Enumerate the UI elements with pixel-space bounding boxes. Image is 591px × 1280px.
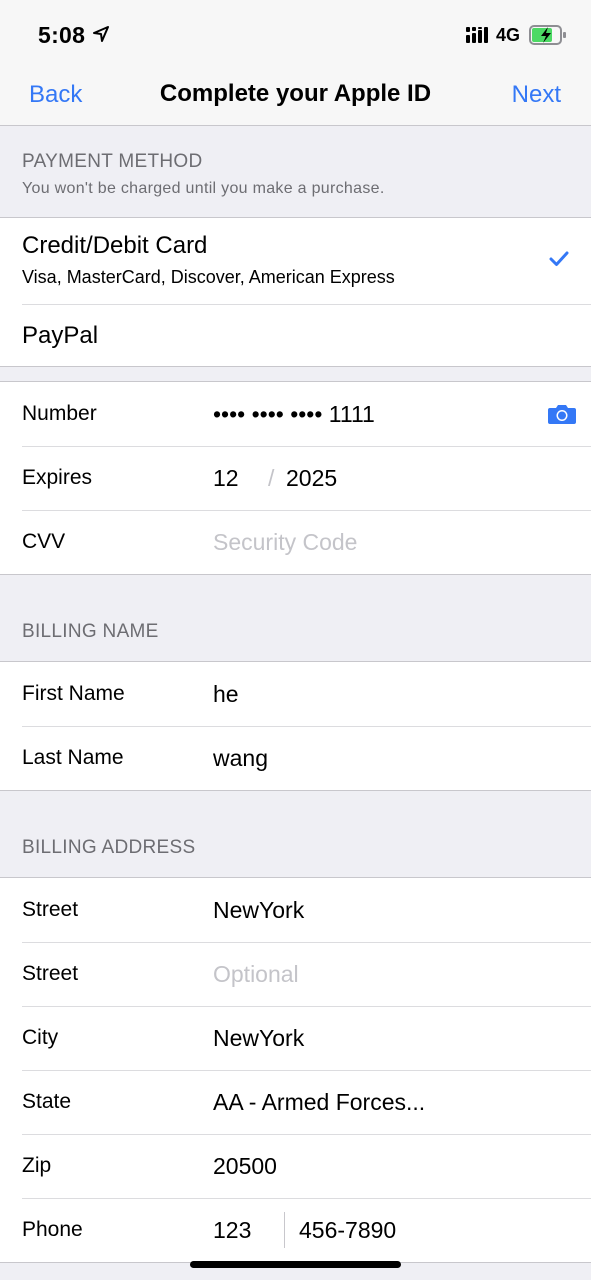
payment-option-title: Credit/Debit Card xyxy=(22,232,208,259)
phone-divider xyxy=(284,1212,285,1248)
street2-row[interactable]: Street Optional xyxy=(0,942,591,1006)
status-bar: 5:08 4G xyxy=(0,0,591,66)
cvv-label: CVV xyxy=(22,530,66,553)
next-button[interactable]: Next xyxy=(512,81,561,109)
camera-icon[interactable] xyxy=(547,403,577,425)
phone-label: Phone xyxy=(22,1218,83,1241)
payment-option-paypal[interactable]: PayPal xyxy=(0,304,591,366)
payment-method-subheader: You won't be charged until you make a pu… xyxy=(22,180,385,197)
phone-area-code-field[interactable]: 123 xyxy=(213,1217,251,1244)
billing-address-group: Street NewYork Street Optional City NewY… xyxy=(0,877,591,1263)
expires-separator: / xyxy=(268,465,275,491)
first-name-label: First Name xyxy=(22,682,125,705)
payment-option-credit-card[interactable]: Credit/Debit Card Visa, MasterCard, Disc… xyxy=(0,218,591,304)
location-icon xyxy=(93,26,109,42)
expires-label: Expires xyxy=(22,466,93,489)
last-name-row[interactable]: Last Name wang xyxy=(0,726,591,790)
home-indicator[interactable] xyxy=(190,1261,401,1268)
payment-option-subtitle: Visa, MasterCard, Discover, American Exp… xyxy=(22,267,395,287)
city-field[interactable]: NewYork xyxy=(213,1025,304,1052)
last-name-field[interactable]: wang xyxy=(213,745,268,772)
card-details-group: Number •••• •••• •••• 1111 Expires 12 / … xyxy=(0,381,591,575)
street2-field[interactable]: Optional xyxy=(213,961,299,988)
zip-label: Zip xyxy=(22,1154,52,1177)
cvv-row[interactable]: CVV Security Code xyxy=(0,510,591,574)
phone-row[interactable]: Phone 123 456-7890 xyxy=(0,1198,591,1262)
card-number-field[interactable]: •••• •••• •••• 1111 xyxy=(213,401,375,428)
card-number-label: Number xyxy=(22,402,97,425)
network-type: 4G xyxy=(496,25,521,45)
expires-month-field[interactable]: 12 xyxy=(213,465,239,492)
cvv-field[interactable]: Security Code xyxy=(213,529,357,556)
status-time: 5:08 xyxy=(38,22,86,48)
signal-icon xyxy=(466,27,488,43)
phone-number-field[interactable]: 456-7890 xyxy=(299,1217,396,1244)
state-row[interactable]: State AA - Armed Forces... xyxy=(0,1070,591,1134)
navigation-bar: Back Complete your Apple ID Next xyxy=(0,66,591,126)
street-field[interactable]: NewYork xyxy=(213,897,304,924)
first-name-field[interactable]: he xyxy=(213,681,239,708)
expires-row[interactable]: Expires 12 / 2025 xyxy=(0,446,591,510)
street2-label: Street xyxy=(22,962,79,985)
payment-method-header: PAYMENT METHOD xyxy=(22,151,203,172)
zip-field[interactable]: 20500 xyxy=(213,1153,277,1180)
checkmark-icon xyxy=(549,251,569,266)
zip-row[interactable]: Zip 20500 xyxy=(0,1134,591,1198)
card-number-row[interactable]: Number •••• •••• •••• 1111 xyxy=(0,382,591,446)
page-title: Complete your Apple ID xyxy=(159,80,432,107)
last-name-label: Last Name xyxy=(22,746,124,769)
street-label: Street xyxy=(22,898,79,921)
state-selector[interactable]: AA - Armed Forces... xyxy=(213,1089,425,1116)
battery-charging-icon xyxy=(529,25,566,45)
billing-address-header: BILLING ADDRESS xyxy=(22,837,196,858)
street-row[interactable]: Street NewYork xyxy=(0,878,591,942)
billing-name-header: BILLING NAME xyxy=(22,621,159,642)
state-label: State xyxy=(22,1090,72,1113)
city-row[interactable]: City NewYork xyxy=(0,1006,591,1070)
billing-name-group: First Name he Last Name wang xyxy=(0,661,591,791)
payment-method-list: Credit/Debit Card Visa, MasterCard, Disc… xyxy=(0,217,591,367)
payment-option-title: PayPal xyxy=(22,322,99,349)
first-name-row[interactable]: First Name he xyxy=(0,662,591,726)
expires-year-field[interactable]: 2025 xyxy=(286,465,337,492)
city-label: City xyxy=(22,1026,59,1049)
